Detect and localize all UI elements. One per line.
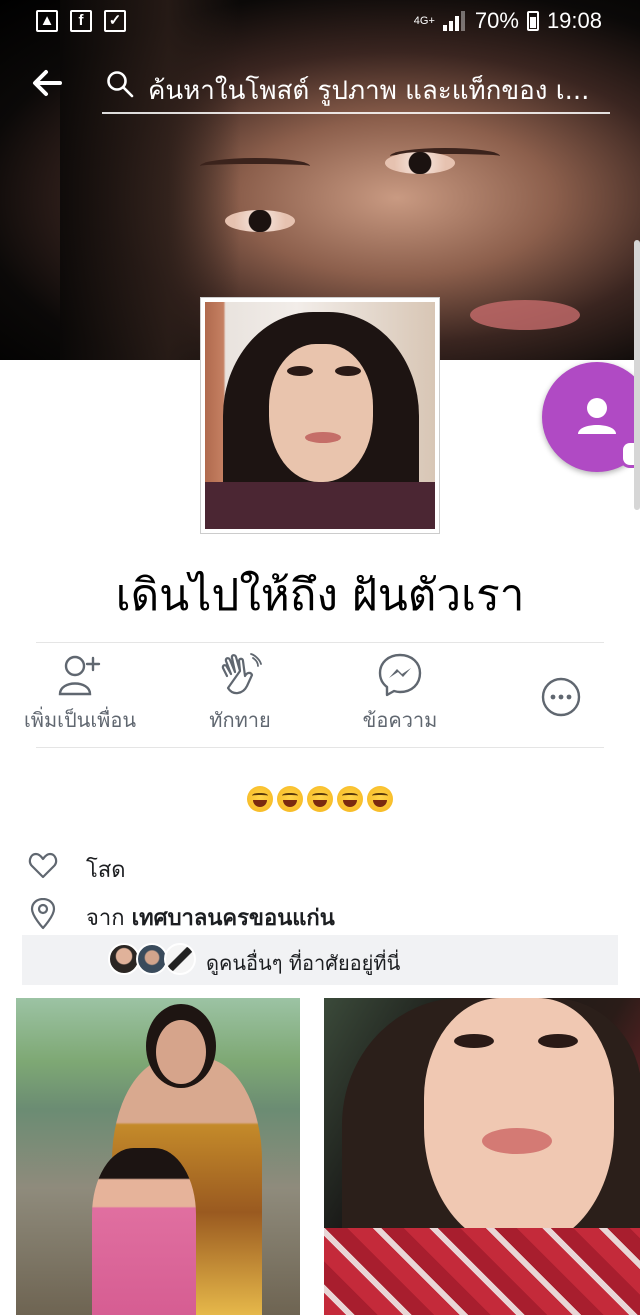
system-status: 4G+ 70% 19:08 — [414, 8, 602, 34]
clock: 19:08 — [546, 8, 602, 33]
photo-shirt — [324, 1228, 640, 1315]
photo-eye-right — [538, 1034, 578, 1048]
profile-photo-image — [205, 302, 435, 529]
add-friend-button[interactable]: เพิ่มเป็นเพื่อน — [20, 652, 140, 736]
facebook-icon: f — [70, 10, 92, 32]
add-friend-icon — [58, 655, 101, 696]
status-bar: ▲ f ✓ 4G+ 70% 19:08 — [0, 0, 640, 44]
messenger-icon — [378, 653, 422, 697]
hometown-row: จาก เทศบาลนครขอนแก่น — [28, 894, 618, 934]
person-icon — [578, 398, 616, 434]
gallery-icon: ▲ — [36, 10, 58, 32]
wave-icon — [221, 653, 262, 695]
photo-thumbnail[interactable] — [16, 998, 300, 1315]
profile-face — [269, 344, 373, 482]
profile-picture[interactable] — [200, 297, 440, 534]
cover-lips — [470, 300, 580, 330]
back-arrow-icon — [33, 70, 62, 96]
scrollbar[interactable] — [634, 240, 640, 510]
hometown-prefix: จาก — [86, 906, 125, 931]
heart-icon — [28, 852, 58, 879]
laughing-emoji-icon — [247, 786, 273, 812]
photo-mouth — [482, 1128, 552, 1154]
more-icon — [541, 677, 581, 717]
laughing-emoji-icon — [337, 786, 363, 812]
cover-eye-left — [225, 210, 295, 232]
battery-icon — [526, 11, 539, 31]
divider — [36, 642, 604, 643]
add-friend-label: เพิ่มเป็นเพื่อน — [23, 708, 137, 732]
relationship-row: โสด — [28, 846, 618, 886]
people-living-here-link[interactable]: ดูคนอื่นๆ ที่อาศัยอยู่ที่นี่ — [22, 935, 618, 985]
bio — [0, 786, 640, 812]
signal-icon — [442, 11, 467, 31]
people-living-here-text: ดูคนอื่นๆ ที่อาศัยอยู่ที่นี่ — [206, 951, 401, 975]
profile-shirt — [205, 482, 435, 529]
cover-eye-right — [385, 152, 455, 174]
hometown-link[interactable]: เทศบาลนครขอนแก่น — [132, 906, 335, 931]
back-button[interactable] — [30, 66, 70, 106]
search-bar[interactable]: ค้นหาในโพสต์ รูปภาพ และแท็กของ เ... — [102, 62, 610, 114]
avatar — [164, 943, 196, 975]
search-input[interactable]: ค้นหาในโพสต์ รูปภาพ และแท็กของ เ... — [148, 70, 598, 111]
more-button[interactable] — [536, 674, 586, 726]
search-icon — [107, 71, 134, 98]
photo-thumbnail[interactable] — [324, 998, 640, 1315]
profile-eye-right — [335, 366, 361, 376]
hometown-text: จาก เทศบาลนครขอนแก่น — [86, 900, 335, 935]
profile-name: เดินไปให้ถึง ฝันตัวเรา — [115, 570, 525, 621]
location-pin-icon — [30, 898, 56, 930]
photo-face — [424, 998, 614, 1248]
profile-eye-left — [287, 366, 313, 376]
wave-label: ทักทาย — [209, 708, 271, 732]
network-type: 4G+ — [413, 15, 435, 27]
cover-brow-left — [200, 158, 310, 174]
photo-eye-left — [454, 1034, 494, 1048]
battery-level: 70% — [474, 8, 519, 33]
wave-button[interactable]: ทักทาย — [190, 652, 290, 736]
profile-actions: เพิ่มเป็นเพื่อน ทักทาย ข้อความ — [0, 652, 640, 742]
photo-subject-face — [156, 1020, 206, 1084]
profile-mouth — [305, 432, 341, 443]
laughing-emoji-icon — [277, 786, 303, 812]
relationship-status: โสด — [86, 858, 126, 883]
laughing-emoji-icon — [367, 786, 393, 812]
checklist-icon: ✓ — [104, 10, 126, 32]
photo-child — [92, 1148, 196, 1315]
laughing-emoji-icon — [307, 786, 333, 812]
divider — [36, 747, 604, 748]
notification-icons: ▲ f ✓ — [36, 10, 126, 32]
message-label: ข้อความ — [362, 708, 438, 732]
message-button[interactable]: ข้อความ — [350, 652, 450, 736]
